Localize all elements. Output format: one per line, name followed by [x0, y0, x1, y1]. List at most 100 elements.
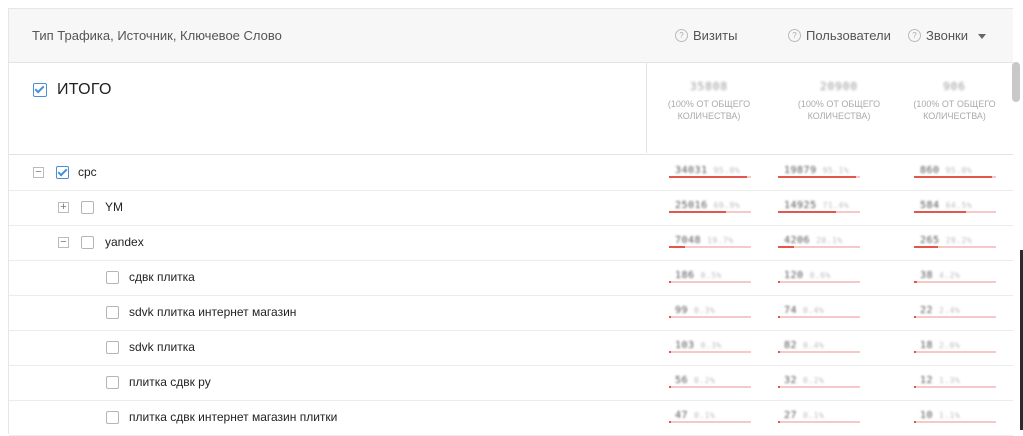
- metric-value: 27 0.1%: [784, 410, 824, 421]
- metric-percent: 0.1%: [803, 411, 825, 420]
- share-bar-track: [778, 246, 860, 248]
- metric-cell: 186 0.5%: [669, 260, 751, 295]
- expand-icon[interactable]: +: [58, 202, 69, 213]
- collapse-icon[interactable]: −: [33, 167, 44, 178]
- row-checkbox[interactable]: [106, 306, 119, 319]
- metric-value: 12 1.3%: [920, 375, 960, 386]
- metric-percent: 2.4%: [939, 306, 961, 315]
- total-users: 20900 (100% ОТ ОБЩЕГО КОЛИЧЕСТВА): [779, 80, 899, 122]
- table-row[interactable]: плитка сдвк ру 56 0.2% 32 0.2% 12 1.3%: [9, 365, 1013, 401]
- metric-value: 120 0.6%: [784, 270, 831, 281]
- share-bar-fill: [914, 386, 916, 388]
- metric-percent: 95.1%: [822, 166, 850, 175]
- metric-value: 56 0.2%: [675, 375, 715, 386]
- metric-cell: 18 2.0%: [914, 330, 996, 365]
- metric-value: 22 2.4%: [920, 305, 960, 316]
- metric-percent: 29.2%: [945, 236, 973, 245]
- share-bar-fill: [669, 176, 747, 178]
- row-checkbox[interactable]: [106, 341, 119, 354]
- share-bar-fill: [669, 421, 671, 423]
- table-row[interactable]: плитка сдвк интернет магазин плитки 47 0.1…: [9, 400, 1013, 436]
- metric-percent: 0.3%: [694, 306, 716, 315]
- question-circle-icon[interactable]: ?: [908, 29, 921, 42]
- row-checkbox[interactable]: [106, 411, 119, 424]
- total-share: (100% ОТ ОБЩЕГО КОЛИЧЕСТВА): [797, 99, 881, 121]
- share-bar-track: [669, 176, 751, 178]
- metric-value: 19879 95.1%: [784, 165, 849, 176]
- table-row[interactable]: sdvk плитка интернет магазин 99 0.3% 74 0.4%…: [9, 295, 1013, 331]
- share-bar-fill: [914, 316, 916, 318]
- metric-cell: 19879 95.1%: [778, 155, 860, 190]
- table-row[interactable]: − cpc 34031 95.0% 19879 95.1% 860 95.0%: [9, 155, 1013, 191]
- metric-value: 82 0.4%: [784, 340, 824, 351]
- share-bar-track: [669, 281, 751, 283]
- metric-percent: 19.7%: [707, 236, 734, 245]
- table-row[interactable]: − yandex 7048 19.7% 4206 20.1% 265 29.2%: [9, 225, 1013, 261]
- share-bar-fill: [778, 421, 780, 423]
- share-bar-fill: [914, 246, 938, 248]
- share-bar-track: [669, 421, 751, 423]
- share-bar-fill: [914, 421, 916, 423]
- sort-caret-down-icon[interactable]: [977, 34, 986, 39]
- metric-number: 99: [675, 305, 689, 316]
- metric-value: 265 29.2%: [920, 235, 972, 246]
- total-checkbox[interactable]: [33, 83, 47, 97]
- metric-value: 47 0.1%: [675, 410, 715, 421]
- row-checkbox[interactable]: [81, 201, 94, 214]
- metric-number: 19879: [784, 165, 817, 176]
- metric-number: 584: [920, 200, 940, 211]
- metric-value: 25016 69.9%: [675, 200, 740, 211]
- row-label: плитка сдвк ру: [129, 375, 211, 389]
- column-header-visits[interactable]: ? Визиты: [675, 28, 737, 43]
- share-bar-fill: [778, 176, 856, 178]
- dimension-header[interactable]: Тип Трафика, Источник, Ключевое Слово: [32, 28, 282, 43]
- metric-cell: 34031 95.0%: [669, 155, 751, 190]
- metric-cell: 265 29.2%: [914, 225, 996, 260]
- metric-percent: 95.0%: [945, 166, 973, 175]
- total-calls: 906 (100% ОТ ОБЩЕГО КОЛИЧЕСТВА): [902, 80, 1007, 122]
- metric-percent: 1.3%: [939, 376, 961, 385]
- share-bar-track: [914, 351, 996, 353]
- share-bar-track: [669, 316, 751, 318]
- share-bar-track: [778, 316, 860, 318]
- share-bar-fill: [669, 281, 671, 283]
- column-header-users[interactable]: ? Пользователи: [788, 28, 891, 43]
- table-row[interactable]: сдвк плитка 186 0.5% 120 0.6% 38 4.2%: [9, 260, 1013, 296]
- metric-percent: 64.5%: [945, 201, 973, 210]
- share-bar-fill: [778, 281, 780, 283]
- column-header-calls[interactable]: ? Звонки: [908, 28, 986, 43]
- table-row[interactable]: + YM 25016 69.9% 14925 71.4% 584 64.5%: [9, 190, 1013, 226]
- metric-percent: 0.3%: [700, 341, 722, 350]
- metric-number: 38: [920, 270, 934, 281]
- table-row[interactable]: sdvk плитка 103 0.3% 82 0.4% 18 2.0%: [9, 330, 1013, 366]
- total-visits: 35808 (100% ОТ ОБЩЕГО КОЛИЧЕСТВА): [649, 80, 769, 122]
- vertical-scrollbar[interactable]: [1012, 62, 1020, 102]
- report-table: Тип Трафика, Источник, Ключевое Слово ? …: [8, 8, 1020, 436]
- collapse-icon[interactable]: −: [58, 237, 69, 248]
- question-circle-icon[interactable]: ?: [675, 29, 688, 42]
- share-bar-fill: [914, 281, 918, 283]
- metric-cell: 56 0.2%: [669, 365, 751, 400]
- metric-number: 103: [675, 340, 695, 351]
- column-header-label: Пользователи: [806, 28, 891, 43]
- metric-cell: 25016 69.9%: [669, 190, 751, 225]
- metric-cell: 32 0.2%: [778, 365, 860, 400]
- metric-percent: 69.9%: [713, 201, 741, 210]
- share-bar-track: [914, 246, 996, 248]
- share-bar-track: [778, 281, 860, 283]
- row-checkbox[interactable]: [81, 236, 94, 249]
- metric-percent: 0.1%: [694, 411, 716, 420]
- row-checkbox[interactable]: [106, 376, 119, 389]
- question-circle-icon[interactable]: ?: [788, 29, 801, 42]
- metric-value: 38 4.2%: [920, 270, 960, 281]
- metric-percent: 2.0%: [939, 341, 961, 350]
- metric-percent: 0.6%: [809, 271, 831, 280]
- share-bar-fill: [778, 351, 780, 353]
- metric-number: 18: [920, 340, 934, 351]
- row-checkbox[interactable]: [56, 166, 69, 179]
- metric-percent: 4.2%: [939, 271, 961, 280]
- metric-percent: 1.1%: [939, 411, 961, 420]
- metric-number: 860: [920, 165, 940, 176]
- share-bar-track: [914, 281, 996, 283]
- row-checkbox[interactable]: [106, 271, 119, 284]
